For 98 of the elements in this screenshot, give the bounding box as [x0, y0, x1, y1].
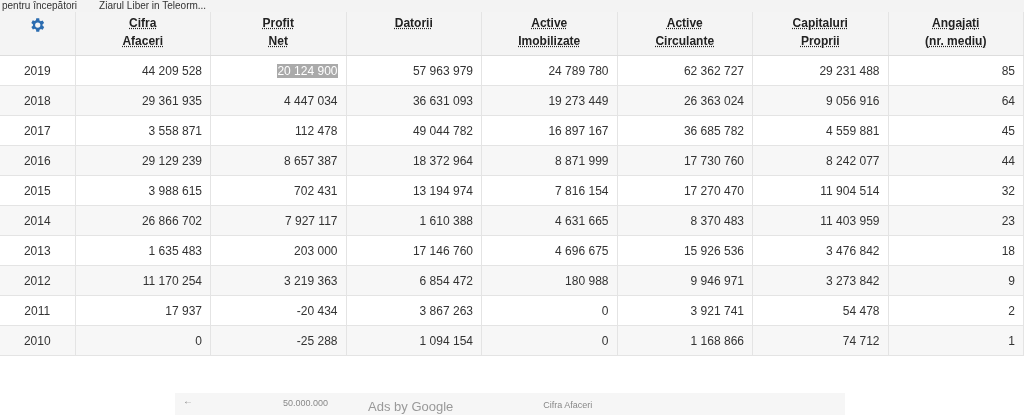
value-cell: 2 [1008, 303, 1015, 318]
value-cell: 11 904 514 [820, 183, 880, 198]
year-cell: 2017 [0, 115, 75, 146]
column-header[interactable]: Net [212, 32, 345, 50]
year-cell: 2014 [0, 205, 75, 236]
value-cell: 1 610 388 [419, 213, 473, 228]
value-cell: 3 273 842 [826, 273, 880, 288]
value-cell: 8 242 077 [826, 153, 880, 168]
value-cell: -20 434 [296, 303, 338, 318]
bookmark-link[interactable]: pentru începători [2, 0, 78, 12]
value-cell: 57 963 979 [412, 63, 473, 78]
value-cell: 17 270 470 [683, 183, 744, 198]
back-arrow[interactable]: ← [183, 395, 193, 406]
column-header[interactable]: Circulante [618, 32, 751, 50]
value-cell: 0 [601, 333, 609, 348]
value-cell: 64 [1001, 93, 1015, 108]
value-cell: 9 946 971 [690, 273, 744, 288]
value-cell: 29 361 935 [141, 93, 202, 108]
value-cell: 4 696 675 [555, 243, 609, 258]
value-cell: 1 168 866 [690, 333, 744, 348]
value-cell: 45 [1001, 123, 1015, 138]
value-cell: 17 730 760 [683, 153, 744, 168]
value-cell: 1 094 154 [419, 333, 473, 348]
axis-label: 50.000.000 [283, 398, 329, 408]
value-cell: 7 816 154 [555, 183, 609, 198]
value-cell: 9 [1008, 273, 1015, 288]
value-cell: 74 712 [842, 333, 880, 348]
value-cell: 18 [1001, 243, 1015, 258]
value-cell: 62 362 727 [683, 63, 744, 78]
value-cell: 32 [1001, 183, 1015, 198]
value-cell: 0 [601, 303, 609, 318]
value-cell: 9 056 916 [826, 93, 880, 108]
year-cell: 2018 [0, 85, 75, 116]
value-cell: 1 [1008, 333, 1015, 348]
value-cell: 3 988 615 [148, 183, 202, 198]
column-header[interactable]: Capitaluri [754, 14, 887, 32]
value-cell: 3 476 842 [826, 243, 880, 258]
value-cell: 44 209 528 [141, 63, 202, 78]
value-cell: 26 866 702 [141, 213, 202, 228]
value-cell: 0 [195, 333, 202, 348]
column-header[interactable]: Profit [212, 14, 345, 32]
value-cell: 3 867 263 [419, 303, 473, 318]
value-cell: 112 478 [295, 123, 338, 138]
year-cell: 2019 [0, 55, 75, 86]
value-cell: 15 926 536 [683, 243, 744, 258]
column-header[interactable]: Cifra [76, 14, 209, 32]
value-cell: 3 558 871 [148, 123, 202, 138]
value-cell: 16 897 167 [548, 123, 609, 138]
value-cell: 85 [1001, 63, 1015, 78]
value-cell: 3 921 741 [690, 303, 744, 318]
value-cell: 18 372 964 [412, 153, 473, 168]
value-cell: 49 044 782 [412, 123, 473, 138]
ad-title: Ads by Google [368, 399, 454, 414]
value-cell: 19 273 449 [548, 93, 609, 108]
bookmark-link[interactable]: Ziarul Liber in Teleorm... [99, 0, 207, 12]
value-cell: 54 478 [842, 303, 880, 318]
column-header[interactable]: Active [618, 14, 751, 32]
value-cell: 24 789 780 [548, 63, 609, 78]
year-cell: 2015 [0, 175, 75, 206]
value-cell: 180 988 [565, 273, 609, 288]
value-cell: 4 447 034 [284, 93, 338, 108]
value-cell: 11 170 254 [142, 273, 202, 288]
year-cell: 2010 [0, 325, 75, 356]
value-cell: 23 [1001, 213, 1015, 228]
value-cell: 11 403 959 [820, 213, 880, 228]
year-cell: 2013 [0, 235, 75, 266]
value-cell: 36 685 782 [683, 123, 744, 138]
value-cell: 3 219 363 [284, 273, 338, 288]
year-cell: 2012 [0, 265, 75, 296]
column-header[interactable]: Imobilizate [483, 32, 616, 50]
value-cell: 7 927 117 [285, 213, 338, 228]
value-cell: 8 657 387 [284, 153, 338, 168]
value-cell: 8 370 483 [690, 213, 744, 228]
value-cell: -25 288 [296, 333, 338, 348]
value-cell: 4 559 881 [826, 123, 880, 138]
year-cell: 2016 [0, 145, 75, 176]
value-cell: 29 231 488 [819, 63, 880, 78]
value-cell: 36 631 093 [412, 93, 473, 108]
value-cell: 8 871 999 [555, 153, 609, 168]
value-cell: 17 146 760 [412, 243, 473, 258]
value-cell: 203 000 [294, 243, 338, 258]
value-cell: 1 635 483 [148, 243, 202, 258]
value-cell: 29 129 239 [141, 153, 202, 168]
column-header[interactable]: Angajați [889, 14, 1022, 32]
legend-label: Cifra Afaceri [543, 400, 593, 410]
column-header[interactable]: Proprii [754, 32, 887, 50]
value-cell: 44 [1001, 153, 1015, 168]
value-cell: 26 363 024 [683, 93, 744, 108]
column-header[interactable]: Afaceri [76, 32, 209, 50]
value-cell: 17 937 [165, 303, 202, 318]
value-cell: 702 431 [294, 183, 338, 198]
column-header[interactable]: (nr. mediu) [889, 32, 1022, 50]
column-header[interactable]: Active [483, 14, 616, 32]
year-cell: 2011 [0, 295, 75, 326]
value-cell: 20 124 900 [277, 63, 338, 78]
value-cell: 6 854 472 [419, 273, 473, 288]
value-cell: 4 631 665 [555, 213, 609, 228]
value-cell: 13 194 974 [412, 183, 473, 198]
